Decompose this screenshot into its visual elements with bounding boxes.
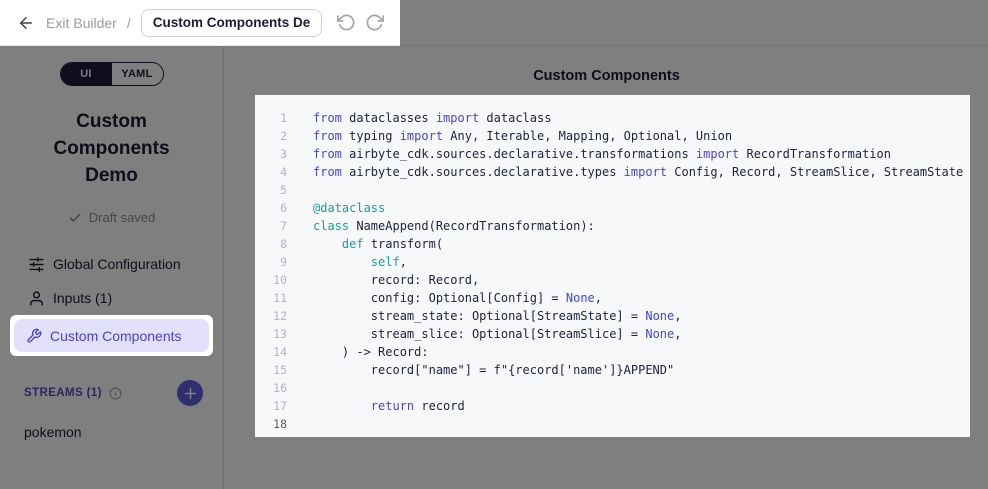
line-number: 17 — [255, 397, 287, 415]
line-number: 4 — [255, 163, 287, 181]
code-text: from typing import Any, Iterable, Mappin… — [313, 129, 732, 143]
line-number: 6 — [255, 199, 287, 217]
breadcrumb-separator: / — [127, 15, 131, 31]
exit-builder-link[interactable]: Exit Builder — [46, 15, 117, 31]
redo-button[interactable] — [364, 12, 386, 34]
code-line[interactable]: 15 record["name"] = f"{record['name']}AP… — [255, 361, 970, 379]
line-number: 16 — [255, 379, 287, 397]
line-number: 9 — [255, 253, 287, 271]
code-line[interactable]: 1 from dataclasses import dataclass — [255, 109, 970, 127]
sidebar-item-label: Custom Components — [50, 328, 182, 344]
code-line[interactable]: 8 def transform( — [255, 235, 970, 253]
code-line[interactable]: 13 stream_slice: Optional[StreamSlice] =… — [255, 325, 970, 343]
code-line[interactable]: 11 config: Optional[Config] = None, — [255, 289, 970, 307]
sidebar-item-custom-components[interactable]: Custom Components — [14, 319, 209, 352]
code-text: stream_state: Optional[StreamState] = No… — [313, 309, 681, 323]
code-editor[interactable]: 1 from dataclasses import dataclass 2 from … — [255, 95, 970, 437]
code-line[interactable]: 6 @dataclass — [255, 199, 970, 217]
code-line[interactable]: 7 class NameAppend(RecordTransformation): — [255, 217, 970, 235]
code-text: ) -> Record: — [313, 345, 429, 359]
line-number: 11 — [255, 289, 287, 307]
line-number: 15 — [255, 361, 287, 379]
line-number: 3 — [255, 145, 287, 163]
line-number: 2 — [255, 127, 287, 145]
back-button[interactable] — [14, 11, 38, 35]
spotlight-highlight: Custom Components — [10, 315, 213, 356]
undo-button[interactable] — [336, 12, 358, 34]
line-number: 13 — [255, 325, 287, 343]
line-number: 1 — [255, 109, 287, 127]
redo-icon — [365, 13, 384, 32]
line-number: 5 — [255, 181, 287, 199]
code-line[interactable]: 5 — [255, 181, 970, 199]
code-text: record["name"] = f"{record['name']}APPEN… — [313, 363, 674, 377]
code-line[interactable]: 18 — [255, 415, 970, 433]
code-line[interactable]: 12 stream_state: Optional[StreamState] =… — [255, 307, 970, 325]
code-text: def transform( — [313, 237, 443, 251]
code-text: return record — [313, 399, 465, 413]
code-line[interactable]: 2 from typing import Any, Iterable, Mappi… — [255, 127, 970, 145]
line-number: 7 — [255, 217, 287, 235]
code-text: from airbyte_cdk.sources.declarative.tra… — [313, 147, 891, 161]
code-text: @dataclass — [313, 201, 385, 215]
line-number: 8 — [255, 235, 287, 253]
code-line[interactable]: 14 ) -> Record: — [255, 343, 970, 361]
code-text: from airbyte_cdk.sources.declarative.typ… — [313, 165, 963, 179]
code-text: record: Record, — [313, 273, 479, 287]
code-text: self, — [313, 255, 407, 269]
code-text: class NameAppend(RecordTransformation): — [313, 219, 595, 233]
code-text: from dataclasses import dataclass — [313, 111, 551, 125]
code-line[interactable]: 9 self, — [255, 253, 970, 271]
code-text: config: Optional[Config] = None, — [313, 291, 602, 305]
wrench-icon — [26, 328, 42, 344]
line-number: 10 — [255, 271, 287, 289]
line-number: 14 — [255, 343, 287, 361]
arrow-left-icon — [17, 14, 35, 32]
code-line[interactable]: 3 from airbyte_cdk.sources.declarative.tr… — [255, 145, 970, 163]
project-title-input[interactable] — [141, 9, 322, 37]
code-line[interactable]: 16 — [255, 379, 970, 397]
undo-icon — [337, 13, 356, 32]
code-line[interactable]: 17 return record — [255, 397, 970, 415]
code-text: stream_slice: Optional[StreamSlice] = No… — [313, 327, 681, 341]
line-number: 12 — [255, 307, 287, 325]
code-line[interactable]: 4 from airbyte_cdk.sources.declarative.ty… — [255, 163, 970, 181]
line-number: 18 — [255, 415, 287, 433]
code-line[interactable]: 10 record: Record, — [255, 271, 970, 289]
dim-overlay-top — [400, 0, 988, 46]
